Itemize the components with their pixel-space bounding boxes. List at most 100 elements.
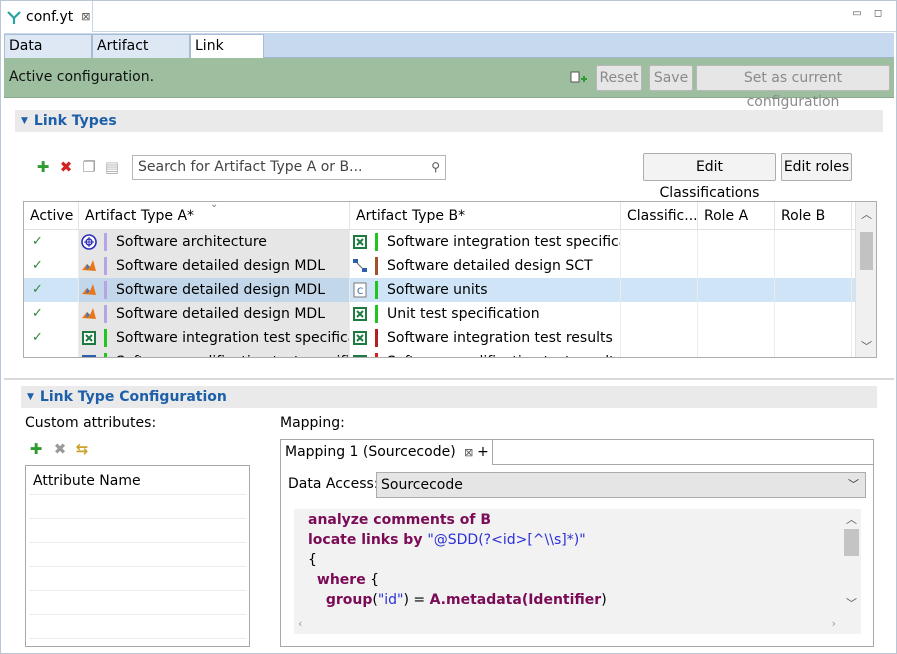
type-color-bar: [375, 329, 378, 347]
role-b-cell[interactable]: [775, 350, 852, 357]
tab-link-types[interactable]: Link Types: [190, 34, 264, 76]
add-icon[interactable]: ✚: [35, 159, 51, 175]
code-vertical-scrollbar[interactable]: ︿ ﹀: [842, 509, 861, 617]
classification-cell[interactable]: [621, 302, 698, 326]
config-tabs: Data Access Artifact Types Link Types: [4, 33, 894, 76]
classification-cell[interactable]: [621, 326, 698, 350]
scroll-down-icon[interactable]: ﹀: [856, 338, 876, 354]
artifact-type-a-cell[interactable]: Software detailed design MDL: [79, 278, 350, 302]
add-attribute-icon[interactable]: ✚: [28, 441, 44, 457]
active-check-icon[interactable]: ✓: [24, 230, 79, 254]
minimize-icon[interactable]: ▭: [851, 8, 863, 20]
scroll-thumb[interactable]: [860, 232, 873, 270]
role-b-cell[interactable]: [775, 302, 852, 326]
table-scrollbar[interactable]: ︿ ﹀: [855, 202, 876, 357]
link-types-section-header[interactable]: ▼ Link Types: [15, 110, 883, 132]
active-check-icon[interactable]: ✓: [24, 302, 79, 326]
link-type-config-section-header[interactable]: ▼ Link Type Configuration: [21, 386, 877, 408]
tab-artifact-types[interactable]: Artifact Types: [92, 34, 190, 76]
scroll-up-icon[interactable]: ︿: [842, 511, 861, 527]
role-a-cell[interactable]: [698, 278, 775, 302]
column-artifact-type-b[interactable]: Artifact Type B*: [350, 202, 621, 230]
artifact-type-b-cell[interactable]: Software integration test results: [350, 326, 621, 350]
add-mapping-button[interactable]: +: [474, 440, 493, 465]
collapse-icon[interactable]: ▼: [21, 116, 28, 126]
table-row[interactable]: ✓ Software detailed design MDL Unit test s…: [24, 302, 856, 326]
artifact-type-a-cell[interactable]: Software detailed design MDL: [79, 302, 350, 326]
data-access-select[interactable]: Sourcecode ﹀: [376, 472, 866, 498]
search-input[interactable]: Search for Artifact Type A or B... ⚲: [132, 155, 446, 180]
sash-divider[interactable]: [4, 378, 894, 380]
edit-roles-button[interactable]: Edit roles: [781, 153, 852, 181]
collapse-icon[interactable]: ▼: [27, 392, 34, 402]
table-row[interactable]: ✓ Software detailed design MDL Software de…: [24, 254, 856, 278]
role-a-cell[interactable]: [698, 254, 775, 278]
mapping-tab[interactable]: Mapping 1 (Sourcecode) ⊠: [281, 440, 479, 465]
active-check-icon[interactable]: ✓: [24, 350, 79, 357]
scroll-left-icon[interactable]: ‹: [298, 617, 302, 630]
artifact-type-b-cell[interactable]: Software detailed design SCT: [350, 254, 621, 278]
delete-icon[interactable]: ✖: [58, 159, 74, 175]
copy-icon[interactable]: ❐: [81, 159, 97, 175]
artifact-type-b-cell[interactable]: C Software units: [350, 278, 621, 302]
close-mapping-icon[interactable]: ⊠: [464, 446, 473, 459]
artifact-type-b-cell[interactable]: Software integration test specificat: [350, 230, 621, 254]
artifact-type-b-cell[interactable]: Unit test specification: [350, 302, 621, 326]
custom-attributes-label: Custom attributes:: [25, 415, 157, 431]
table-row[interactable]: ✓ Software qualification test specifi Soft…: [24, 350, 856, 357]
active-check-icon[interactable]: ✓: [24, 254, 79, 278]
artifact-type-a-cell[interactable]: Software architecture: [79, 230, 350, 254]
column-role-a[interactable]: Role A: [698, 202, 775, 230]
scroll-down-icon[interactable]: ﹀: [842, 595, 861, 611]
scroll-right-icon[interactable]: ›: [832, 617, 836, 630]
classification-cell[interactable]: [621, 278, 698, 302]
mapping-code-editor[interactable]: analyze comments of B locate links by "@S…: [294, 509, 861, 634]
classification-cell[interactable]: [621, 254, 698, 278]
column-active[interactable]: Active: [24, 202, 79, 230]
set-current-config-button[interactable]: Set as current configuration: [696, 65, 890, 110]
code-horizontal-scrollbar[interactable]: ‹ ›: [294, 617, 842, 634]
active-check-icon[interactable]: ✓: [24, 326, 79, 350]
active-check-icon[interactable]: ✓: [24, 278, 79, 302]
role-a-cell[interactable]: [698, 326, 775, 350]
editor-tab[interactable]: conf.yt ⊠: [1, 1, 93, 32]
classification-cell[interactable]: [621, 350, 698, 357]
edit-classifications-button[interactable]: Edit Classifications: [643, 153, 776, 201]
scroll-thumb[interactable]: [844, 529, 859, 556]
table-row[interactable]: ✓ Software integration test specificat Sof…: [24, 326, 856, 350]
artifact-type-b-cell[interactable]: Software qualification test results: [350, 350, 621, 357]
reset-button[interactable]: Reset: [596, 65, 642, 91]
role-a-cell[interactable]: [698, 350, 775, 357]
role-b-cell[interactable]: [775, 230, 852, 254]
artifact-type-b-label: Software detailed design SCT: [387, 258, 593, 274]
classification-cell[interactable]: [621, 230, 698, 254]
column-classification[interactable]: Classific...: [621, 202, 698, 230]
table-row[interactable]: ✓ Software detailed design MDL C Software u…: [24, 278, 856, 302]
role-b-cell[interactable]: [775, 254, 852, 278]
maximize-icon[interactable]: ◻: [872, 8, 884, 20]
row-divider: [29, 590, 246, 591]
artifact-type-a-cell[interactable]: Software detailed design MDL: [79, 254, 350, 278]
paste-icon[interactable]: ▤: [104, 159, 120, 175]
role-a-cell[interactable]: [698, 302, 775, 326]
close-tab-icon[interactable]: ⊠: [81, 10, 90, 23]
role-a-cell[interactable]: [698, 230, 775, 254]
code-token: "@SDD(?<id>[^\\s]*)": [427, 532, 586, 548]
role-b-cell[interactable]: [775, 278, 852, 302]
tab-data-access[interactable]: Data Access: [4, 34, 92, 76]
remove-attribute-icon[interactable]: ✖: [52, 441, 68, 457]
artifact-type-a-cell[interactable]: Software qualification test specifi: [79, 350, 350, 357]
save-button[interactable]: Save: [649, 65, 693, 91]
role-b-cell[interactable]: [775, 326, 852, 350]
type-color-bar: [375, 257, 378, 275]
rename-attribute-icon[interactable]: ⇆: [74, 441, 90, 457]
tab-underline: [493, 464, 873, 465]
attribute-name-header[interactable]: Attribute Name: [33, 473, 141, 489]
column-role-b[interactable]: Role B: [775, 202, 852, 230]
row-divider: [29, 542, 246, 543]
artifact-type-a-cell[interactable]: Software integration test specificat: [79, 326, 350, 350]
scroll-up-icon[interactable]: ︿: [856, 206, 876, 222]
code-line: group("id") = A.metadata(Identifier): [308, 592, 607, 608]
load-config-icon[interactable]: [570, 71, 588, 87]
table-row[interactable]: ✓ Software architecture Software integrati…: [24, 230, 856, 254]
